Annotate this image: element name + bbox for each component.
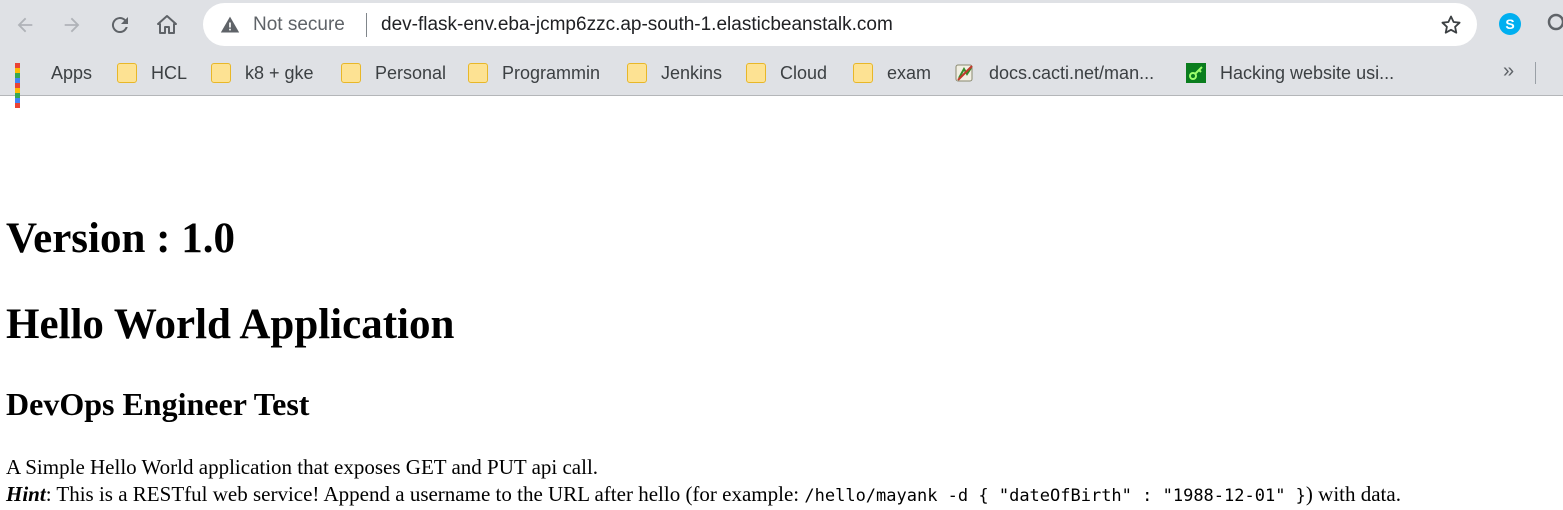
- bookmark-folder-cloud[interactable]: Cloud: [746, 50, 827, 96]
- home-icon: [157, 15, 177, 34]
- bookmark-label: Programmin: [502, 62, 601, 83]
- bookmark-label: Jenkins: [661, 62, 723, 83]
- security-status-label[interactable]: Not secure: [253, 14, 345, 36]
- folder-icon: [627, 63, 647, 83]
- hint-text-before: : This is a RESTful web service! Append …: [45, 482, 805, 506]
- folder-icon: [853, 63, 873, 83]
- bookmark-label: k8 + gke: [245, 62, 314, 83]
- bookmark-folder-k8-gke[interactable]: k8 + gke: [211, 50, 314, 96]
- folder-icon: [117, 63, 137, 83]
- subheading: DevOps Engineer Test: [6, 386, 310, 422]
- cacti-favicon: [955, 64, 973, 82]
- back-button[interactable]: [8, 8, 42, 42]
- hint-label: Hint: [6, 482, 46, 506]
- bookmark-folder-programmin[interactable]: Programmin: [468, 50, 600, 96]
- search-icon[interactable]: [1546, 12, 1563, 36]
- reload-icon: [111, 17, 128, 34]
- omnibox-divider: [366, 13, 367, 37]
- green-key-favicon: [1186, 63, 1206, 83]
- description-text: A Simple Hello World application that ex…: [6, 455, 599, 479]
- skype-icon[interactable]: S: [1498, 12, 1522, 36]
- folder-icon: [211, 63, 231, 83]
- back-arrow-icon: [17, 17, 33, 33]
- bookmark-hacking-website[interactable]: Hacking website usi...: [1186, 50, 1394, 96]
- description-paragraph: A Simple Hello World application that ex…: [6, 454, 1401, 510]
- bookmark-label: Hacking website usi...: [1220, 62, 1395, 83]
- hint-text-after: ) with data.: [1305, 482, 1401, 506]
- bookmarks-bar: Apps HCL k8 + gke Personal Programmin Je…: [0, 50, 1563, 108]
- hint-code: /hello/mayank -d { "dateOfBirth" : "1988…: [804, 486, 1306, 506]
- bookmark-label: Apps: [51, 62, 93, 83]
- bookmark-star-icon[interactable]: [1439, 13, 1463, 37]
- bookmark-apps[interactable]: Apps: [15, 50, 93, 108]
- reload-button[interactable]: [103, 8, 137, 42]
- url-text[interactable]: dev-flask-env.eba-jcmp6zzc.ap-south-1.el…: [381, 14, 893, 36]
- svg-text:S: S: [1505, 16, 1514, 32]
- bookmark-folder-personal[interactable]: Personal: [341, 50, 446, 96]
- bookmark-label: Personal: [375, 62, 447, 83]
- folder-icon: [341, 63, 361, 83]
- browser-toolbar: Not secure dev-flask-env.eba-jcmp6zzc.ap…: [0, 0, 1563, 50]
- bookmarks-divider: [1535, 62, 1536, 84]
- bookmark-cacti-docs[interactable]: docs.cacti.net/man...: [955, 50, 1154, 96]
- forward-button[interactable]: [55, 8, 89, 42]
- app-heading: Hello World Application: [6, 301, 455, 348]
- browser-chrome: Not secure dev-flask-env.eba-jcmp6zzc.ap…: [0, 0, 1563, 108]
- bookmark-folder-jenkins[interactable]: Jenkins: [627, 50, 722, 96]
- bookmark-label: docs.cacti.net/man...: [989, 62, 1155, 83]
- folder-icon: [468, 63, 488, 83]
- version-heading: Version : 1.0: [6, 215, 235, 262]
- folder-icon: [746, 63, 766, 83]
- bookmark-folder-hcl[interactable]: HCL: [117, 50, 187, 96]
- apps-grid-icon: [15, 63, 35, 108]
- bookmark-label: HCL: [151, 62, 188, 83]
- bookmark-label: exam: [887, 62, 932, 83]
- bookmark-folder-exam[interactable]: exam: [853, 50, 931, 96]
- warning-icon[interactable]: [220, 15, 240, 35]
- address-bar[interactable]: Not secure dev-flask-env.eba-jcmp6zzc.ap…: [203, 3, 1477, 46]
- bookmarks-overflow-button[interactable]: »: [1503, 60, 1514, 83]
- bookmark-label: Cloud: [780, 62, 828, 83]
- forward-arrow-icon: [64, 17, 80, 33]
- home-button[interactable]: [150, 8, 184, 42]
